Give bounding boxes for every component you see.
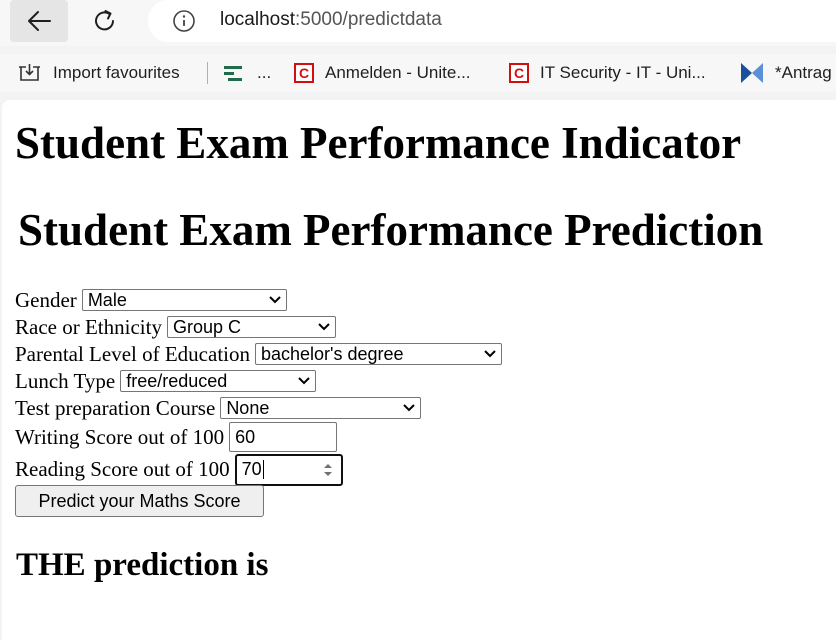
parental-education-row: Parental Level of Education bachelor's d… bbox=[15, 341, 502, 367]
test-prep-select[interactable]: None bbox=[220, 397, 422, 419]
bookmark-it-security[interactable]: C IT Security - IT - Uni... bbox=[509, 54, 706, 92]
writing-score-input[interactable]: 60 bbox=[229, 422, 338, 452]
chevron-down-icon bbox=[268, 295, 282, 305]
parental-education-label: Parental Level of Education bbox=[15, 341, 250, 366]
lunch-select[interactable]: free/reduced bbox=[120, 370, 317, 392]
test-prep-label: Test preparation Course bbox=[15, 395, 216, 420]
url-path: :5000/predictdata bbox=[295, 9, 442, 30]
writing-score-label: Writing Score out of 100 bbox=[15, 424, 225, 449]
address-bar[interactable]: localhost:5000/predictdata bbox=[148, 0, 836, 42]
lunch-row: Lunch Type free/reduced bbox=[15, 368, 317, 394]
test-prep-value: None bbox=[226, 397, 270, 418]
c-logo-icon: C bbox=[509, 63, 529, 83]
prediction-heading: THE prediction is bbox=[16, 547, 269, 583]
number-spinner-icon[interactable] bbox=[323, 462, 333, 483]
race-row: Race or Ethnicity Group C bbox=[15, 314, 336, 340]
bookmark-label: Anmelden - Unite... bbox=[325, 63, 471, 82]
predict-button[interactable]: Predict your Maths Score bbox=[15, 485, 264, 517]
writing-score-row: Writing Score out of 100 60 bbox=[15, 421, 338, 453]
gender-value: Male bbox=[87, 289, 127, 310]
chevron-down-icon bbox=[297, 376, 311, 386]
site-info-icon[interactable] bbox=[172, 9, 196, 38]
chevron-down-icon bbox=[483, 349, 497, 359]
reading-score-value: 70 bbox=[241, 459, 262, 479]
bookmark-import-favourites[interactable]: Import favourites bbox=[18, 54, 180, 92]
blue-k-icon bbox=[740, 62, 764, 84]
gender-label: Gender bbox=[15, 287, 77, 312]
parental-education-value: bachelor's degree bbox=[261, 343, 404, 364]
race-label: Race or Ethnicity bbox=[15, 314, 162, 339]
lunch-value: free/reduced bbox=[126, 370, 228, 391]
reading-score-label: Reading Score out of 100 bbox=[15, 457, 230, 481]
import-favourites-icon bbox=[18, 62, 42, 84]
reading-score-row: Reading Score out of 100 70 bbox=[15, 453, 343, 486]
text-caret bbox=[262, 460, 264, 479]
arrow-left-icon bbox=[28, 11, 51, 31]
race-select[interactable]: Group C bbox=[166, 316, 336, 338]
browser-toolbar: localhost:5000/predictdata bbox=[0, 0, 836, 46]
bookmark-antrag[interactable]: *Antrag bbox=[740, 54, 832, 92]
chevron-down-icon bbox=[402, 403, 416, 413]
bookmarks-divider bbox=[207, 62, 208, 84]
gender-select[interactable]: Male bbox=[81, 289, 287, 311]
bookmark-label: *Antrag bbox=[775, 63, 832, 82]
bookmark-anmelden[interactable]: C Anmelden - Unite... bbox=[294, 54, 471, 92]
writing-score-value: 60 bbox=[235, 426, 256, 447]
bookmark-label: ... bbox=[257, 63, 272, 82]
page-subtitle: Student Exam Performance Prediction bbox=[18, 205, 764, 255]
race-value: Group C bbox=[172, 316, 241, 337]
page-content: Student Exam Performance Indicator Stude… bbox=[2, 100, 836, 640]
url-host: localhost bbox=[220, 9, 295, 30]
lunch-label: Lunch Type bbox=[15, 368, 116, 393]
bookmark-label: IT Security - IT - Uni... bbox=[540, 63, 706, 82]
reading-score-input[interactable]: 70 bbox=[234, 453, 343, 486]
bookmark-item[interactable]: ... bbox=[222, 54, 271, 92]
parental-education-select[interactable]: bachelor's degree bbox=[255, 343, 502, 365]
url-text[interactable]: localhost:5000/predictdata bbox=[220, 9, 442, 31]
green-bars-icon bbox=[222, 63, 246, 83]
chevron-down-icon bbox=[317, 322, 331, 332]
gender-row: Gender Male bbox=[15, 287, 287, 313]
bookmark-label: Import favourites bbox=[53, 63, 180, 82]
c-logo-icon: C bbox=[294, 63, 314, 83]
bookmarks-bar: Import favourites ... C Anmelden - Unite… bbox=[0, 54, 836, 92]
test-prep-row: Test preparation Course None bbox=[15, 395, 422, 421]
back-button[interactable] bbox=[10, 0, 68, 42]
page-title: Student Exam Performance Indicator bbox=[15, 118, 742, 168]
reload-button[interactable] bbox=[76, 0, 134, 42]
reload-icon bbox=[95, 10, 114, 31]
